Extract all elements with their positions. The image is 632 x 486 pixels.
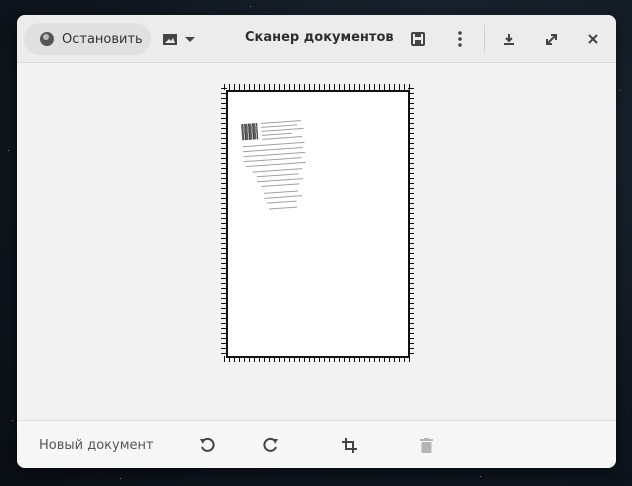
header-separator xyxy=(484,25,485,52)
rotate-left-button[interactable] xyxy=(197,435,217,455)
bottom-bar: Новый документ xyxy=(17,420,616,468)
new-document-button[interactable]: Новый документ xyxy=(39,438,154,453)
save-icon xyxy=(411,32,425,46)
more-vertical-icon xyxy=(458,31,462,47)
minimize-icon xyxy=(504,34,514,45)
minimize-button[interactable] xyxy=(497,27,521,51)
stop-button[interactable]: Остановить xyxy=(24,23,151,55)
rotate-left-icon xyxy=(200,437,215,452)
menu-button[interactable] xyxy=(448,27,472,51)
rotate-right-icon xyxy=(263,437,278,452)
header-bar: Остановить Сканер документов xyxy=(17,15,616,63)
stop-button-label: Остановить xyxy=(62,31,143,47)
scan-type-menu-button[interactable] xyxy=(158,27,205,51)
trash-icon xyxy=(419,437,433,453)
crop-icon xyxy=(341,437,357,453)
save-button[interactable] xyxy=(406,27,430,51)
scanned-page-thumbnail[interactable] xyxy=(221,83,414,363)
scan-preview-area xyxy=(17,63,616,420)
close-icon xyxy=(588,34,598,44)
window-title: Сканер документов xyxy=(245,30,394,45)
chevron-down-icon xyxy=(185,36,195,42)
document-scanner-window: Остановить Сканер документов Новый докум… xyxy=(17,15,616,468)
maximize-button[interactable] xyxy=(539,27,563,51)
scanned-page xyxy=(226,90,410,358)
delete-button[interactable] xyxy=(416,435,436,455)
stop-record-icon xyxy=(40,32,54,46)
image-icon xyxy=(163,33,177,45)
close-button[interactable] xyxy=(581,27,605,51)
rotate-right-button[interactable] xyxy=(261,435,281,455)
maximize-icon xyxy=(545,33,557,45)
receipt-image xyxy=(238,110,311,219)
crop-button[interactable] xyxy=(339,435,359,455)
